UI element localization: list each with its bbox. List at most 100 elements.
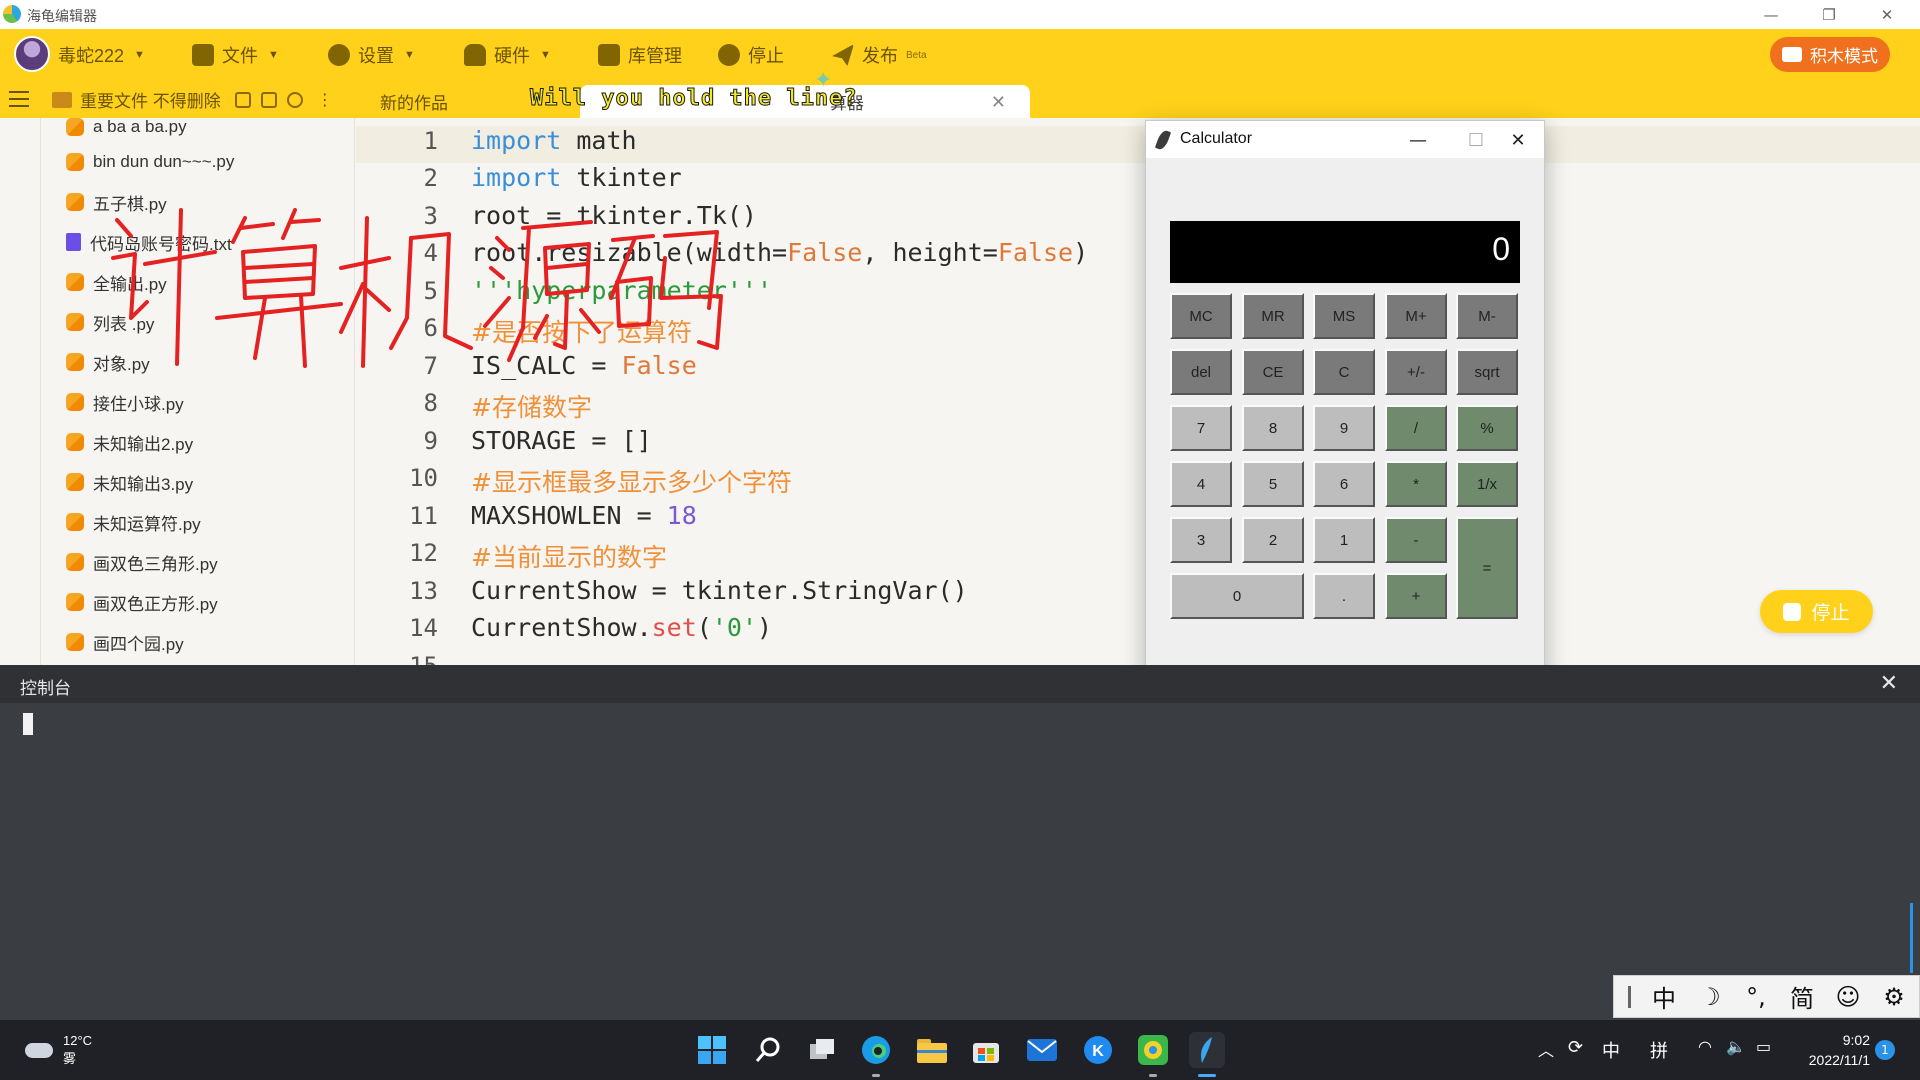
calc-button[interactable]: % bbox=[1456, 405, 1518, 451]
tab-close-icon[interactable]: ✕ bbox=[991, 92, 1006, 113]
calc-button[interactable]: MS bbox=[1313, 293, 1375, 339]
edge-browser-icon[interactable] bbox=[858, 1032, 894, 1068]
file-item[interactable]: 接住小球.py bbox=[66, 387, 184, 417]
menu-settings[interactable]: 设置 ▼ bbox=[328, 42, 415, 68]
python-file-icon bbox=[66, 593, 84, 611]
moon-icon[interactable]: ☽ bbox=[1687, 983, 1733, 1011]
ime-simplified[interactable]: 简 bbox=[1779, 979, 1825, 1014]
menu-file[interactable]: 文件 ▼ bbox=[192, 42, 279, 68]
gear-icon[interactable]: ⚙ bbox=[1871, 983, 1917, 1011]
block-mode-button[interactable]: 积木模式 bbox=[1770, 37, 1890, 72]
turtle-editor-icon[interactable] bbox=[1135, 1032, 1171, 1068]
calc-button[interactable]: 3 bbox=[1170, 517, 1232, 563]
sync-icon[interactable]: ⟳ bbox=[1568, 1037, 1583, 1058]
console-output[interactable] bbox=[0, 703, 1920, 1020]
project-header[interactable]: 重要文件 不得删除 ⋮ bbox=[40, 81, 355, 118]
calc-button[interactable]: 1 bbox=[1313, 517, 1375, 563]
menu-hardware[interactable]: 硬件 ▼ bbox=[464, 42, 551, 68]
calc-button[interactable]: 5 bbox=[1242, 461, 1304, 507]
start-windows-icon[interactable] bbox=[694, 1032, 730, 1068]
turtle-app-icon bbox=[3, 5, 21, 23]
file-item[interactable]: 画四个园.py bbox=[66, 627, 184, 657]
calc-button[interactable]: * bbox=[1385, 461, 1447, 507]
weather-widget[interactable]: 12°C 雾 bbox=[25, 1032, 92, 1068]
volume-icon[interactable]: 🔈 bbox=[1726, 1037, 1746, 1056]
tray-input-language[interactable]: 中 bbox=[1602, 1037, 1620, 1063]
chevron-up-icon[interactable]: ︿ bbox=[1538, 1037, 1554, 1061]
calc-button[interactable]: CE bbox=[1242, 349, 1304, 395]
calculator-maximize-button[interactable]: ☐ bbox=[1454, 126, 1498, 154]
file-item[interactable]: bin dun dun~~~.py bbox=[66, 147, 234, 177]
calc-button[interactable]: 2 bbox=[1242, 517, 1304, 563]
task-view-icon[interactable] bbox=[804, 1032, 840, 1068]
file-item[interactable]: 未知运算符.py bbox=[66, 507, 201, 537]
user-name: 毒蛇222 bbox=[58, 46, 125, 66]
calc-button[interactable]: 8 bbox=[1242, 405, 1304, 451]
menu-library[interactable]: 库管理 bbox=[598, 42, 682, 68]
ime-chinese-mode[interactable]: 中 bbox=[1641, 979, 1687, 1014]
calc-button[interactable]: M- bbox=[1456, 293, 1518, 339]
ime-drag-handle[interactable] bbox=[1628, 985, 1631, 1008]
file-item[interactable]: a ba a ba.py bbox=[66, 118, 187, 142]
calc-button[interactable]: + bbox=[1385, 573, 1447, 619]
user-avatar[interactable] bbox=[14, 36, 50, 72]
clock-time: 9:02 bbox=[1842, 1032, 1870, 1048]
run-stop-button[interactable]: 停止 bbox=[1760, 590, 1873, 633]
more-options-icon[interactable]: ⋮ bbox=[317, 90, 333, 110]
calc-button[interactable]: 4 bbox=[1170, 461, 1232, 507]
tray-input-method[interactable]: 拼 bbox=[1650, 1037, 1668, 1063]
system-clock[interactable]: 9:02 2022/11/1 bbox=[1798, 1030, 1870, 1070]
lyrics-overlay: Will you hold the line? bbox=[530, 86, 858, 112]
calc-button[interactable]: 1/x bbox=[1456, 461, 1518, 507]
calc-button[interactable]: = bbox=[1456, 517, 1518, 619]
calc-button[interactable]: +/- bbox=[1385, 349, 1447, 395]
calculator-display: 0 bbox=[1170, 221, 1520, 283]
search-icon[interactable] bbox=[750, 1032, 786, 1068]
calc-button[interactable]: 9 bbox=[1313, 405, 1375, 451]
battery-icon[interactable]: ▭ bbox=[1756, 1037, 1771, 1056]
calc-button[interactable]: sqrt bbox=[1456, 349, 1518, 395]
close-button[interactable]: ✕ bbox=[1858, 0, 1916, 29]
minimize-button[interactable]: — bbox=[1742, 0, 1800, 29]
console-close-icon[interactable]: ✕ bbox=[1880, 671, 1898, 696]
kugou-music-icon[interactable]: K bbox=[1080, 1032, 1116, 1068]
calc-button[interactable]: . bbox=[1313, 573, 1375, 619]
file-item[interactable]: 未知输出3.py bbox=[66, 467, 193, 497]
code-line: import tkinter bbox=[471, 163, 682, 192]
calc-button[interactable]: MR bbox=[1242, 293, 1304, 339]
refresh-icon[interactable] bbox=[286, 91, 303, 108]
wifi-icon[interactable]: ◠ bbox=[1698, 1037, 1712, 1056]
notification-badge[interactable]: 1 bbox=[1875, 1040, 1895, 1060]
menu-publish[interactable]: 发布 Beta bbox=[832, 42, 927, 68]
user-menu[interactable]: 毒蛇222 ▼ bbox=[58, 42, 145, 68]
ime-punctuation[interactable]: °, bbox=[1733, 983, 1779, 1011]
python-tk-window-icon[interactable] bbox=[1189, 1032, 1225, 1068]
menu-stop[interactable]: 停止 bbox=[718, 42, 784, 68]
ime-toolbar: 中 ☽ °, 简 ☺ ⚙ bbox=[1613, 975, 1920, 1018]
calculator-minimize-button[interactable]: — bbox=[1396, 126, 1440, 154]
calc-button[interactable]: 6 bbox=[1313, 461, 1375, 507]
calc-button[interactable]: C bbox=[1313, 349, 1375, 395]
calc-button[interactable]: 7 bbox=[1170, 405, 1232, 451]
smiley-icon[interactable]: ☺ bbox=[1825, 983, 1871, 1011]
file-explorer-icon[interactable] bbox=[914, 1032, 950, 1068]
calc-button[interactable]: del bbox=[1170, 349, 1232, 395]
calc-button[interactable]: MC bbox=[1170, 293, 1232, 339]
new-folder-icon[interactable] bbox=[260, 91, 277, 108]
restore-button[interactable]: ❐ bbox=[1800, 0, 1858, 29]
store-icon[interactable] bbox=[968, 1032, 1004, 1068]
calculator-close-button[interactable]: ✕ bbox=[1496, 126, 1540, 154]
calculator-titlebar[interactable]: Calculator — ☐ ✕ bbox=[1146, 121, 1544, 158]
mail-icon[interactable] bbox=[1024, 1032, 1060, 1068]
calc-button[interactable]: / bbox=[1385, 405, 1447, 451]
calc-button[interactable]: M+ bbox=[1385, 293, 1447, 339]
menu-publish-label: 发布 bbox=[862, 46, 898, 66]
calc-button[interactable]: 0 bbox=[1170, 573, 1304, 619]
file-item[interactable]: 画双色正方形.py bbox=[66, 587, 218, 617]
file-item[interactable]: 未知输出2.py bbox=[66, 427, 193, 457]
menu-toggle-icon[interactable] bbox=[9, 91, 29, 107]
console-scrollbar[interactable] bbox=[1910, 903, 1913, 973]
calc-button[interactable]: - bbox=[1385, 517, 1447, 563]
new-file-icon[interactable] bbox=[234, 91, 251, 108]
file-item[interactable]: 画双色三角形.py bbox=[66, 547, 218, 577]
